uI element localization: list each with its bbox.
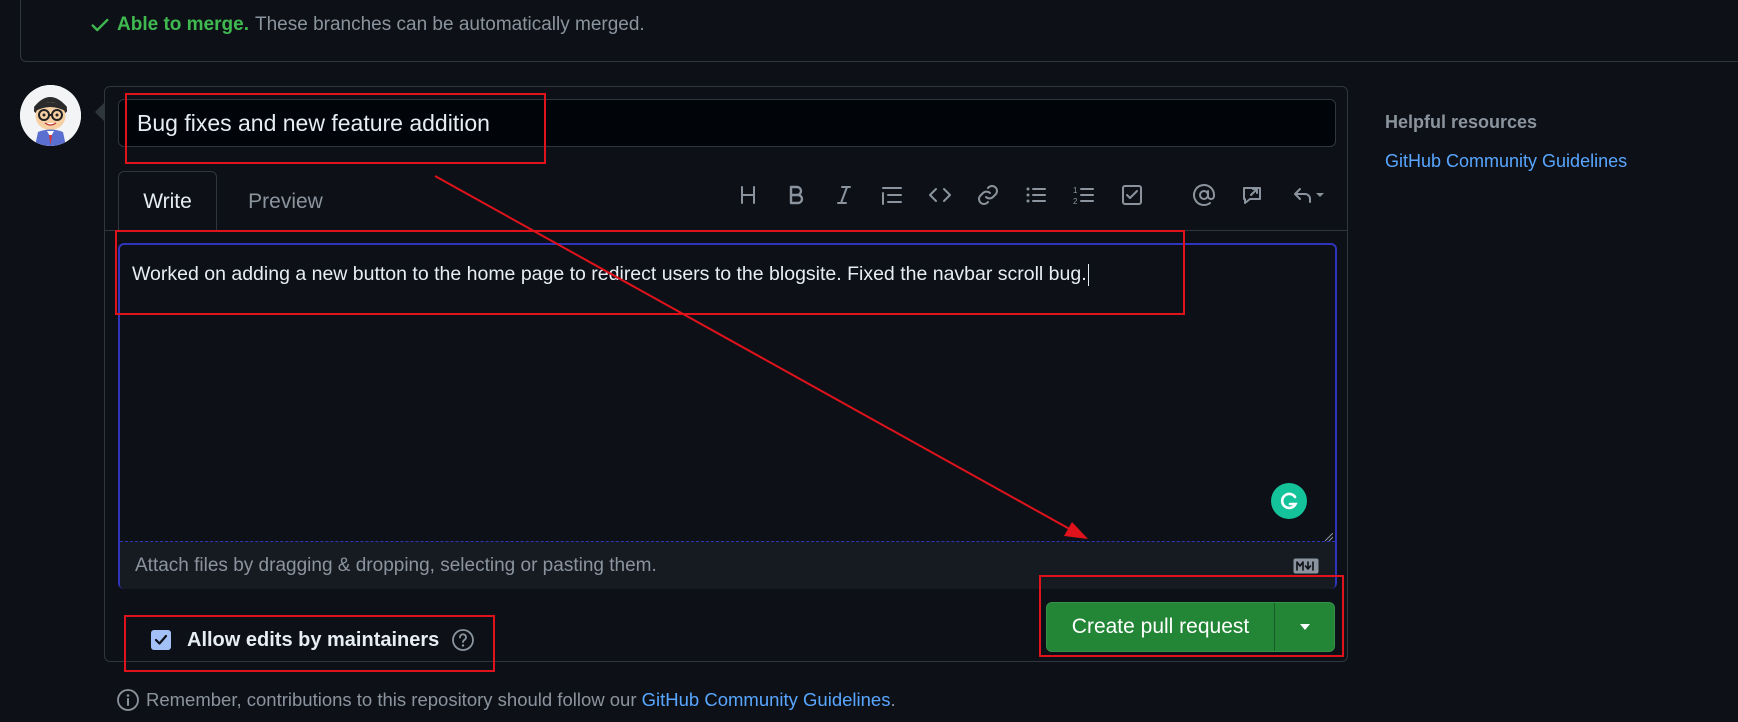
svg-text:1: 1 — [1073, 186, 1078, 195]
italic-icon[interactable] — [824, 176, 864, 214]
merge-status-text: These branches can be automatically merg… — [254, 14, 645, 35]
form-caret — [95, 103, 104, 121]
tab-preview[interactable]: Preview — [228, 171, 343, 232]
avatar-image — [20, 85, 81, 146]
svg-text:2: 2 — [1073, 197, 1078, 206]
tab-write[interactable]: Write — [118, 171, 217, 232]
body-text-value: Worked on adding a new button to the hom… — [132, 263, 1087, 285]
create-pull-request-dropdown[interactable] — [1275, 603, 1334, 651]
create-pull-request-button[interactable]: Create pull request — [1047, 603, 1275, 651]
mention-icon[interactable] — [1184, 176, 1224, 214]
attach-files-bar[interactable]: Attach files by dragging & dropping, sel… — [120, 541, 1335, 589]
community-guidelines-link[interactable]: GitHub Community Guidelines — [642, 689, 891, 711]
contribution-reminder: Remember, contributions to this reposito… — [116, 688, 896, 712]
link-icon[interactable] — [968, 176, 1008, 214]
helpful-resources-title: Helpful resources — [1385, 112, 1538, 132]
code-icon[interactable] — [920, 176, 960, 214]
question-icon[interactable] — [451, 628, 475, 652]
body-text[interactable]: Worked on adding a new button to the hom… — [132, 263, 1089, 286]
chevron-down-icon — [1316, 193, 1324, 197]
triangle-down-icon — [1299, 624, 1310, 630]
check-icon — [91, 18, 109, 32]
checkmark-icon — [154, 634, 168, 645]
merge-status: Able to merge. These branches can be aut… — [89, 14, 645, 36]
reminder-suffix: . — [890, 689, 896, 710]
body-editor[interactable]: Worked on adding a new button to the hom… — [118, 243, 1337, 589]
title-input[interactable]: Bug fixes and new feature addition — [118, 99, 1336, 147]
reply-icon[interactable] — [1284, 176, 1332, 214]
create-pull-request-button-group: Create pull request — [1046, 602, 1335, 652]
bulleted-list-icon[interactable] — [1016, 176, 1056, 214]
markdown-icon[interactable] — [1293, 558, 1319, 574]
numbered-list-icon[interactable]: 12 — [1064, 176, 1104, 214]
reference-icon[interactable] — [1232, 176, 1272, 214]
merge-status-strong: Able to merge. — [117, 14, 249, 35]
allow-edits-label: Allow edits by maintainers — [187, 628, 440, 651]
allow-edits-checkbox[interactable] — [151, 630, 171, 650]
info-icon — [117, 689, 139, 711]
resize-handle-icon[interactable] — [1325, 533, 1333, 541]
allow-edits-row: Allow edits by maintainers — [151, 628, 475, 652]
quote-icon[interactable] — [872, 176, 912, 214]
reminder-text: Remember, contributions to this reposito… — [146, 689, 637, 710]
text-cursor — [1087, 263, 1089, 286]
sidebar-guidelines-link[interactable]: GitHub Community Guidelines — [1385, 151, 1627, 172]
task-list-icon[interactable] — [1112, 176, 1152, 214]
grammarly-icon[interactable] — [1271, 483, 1307, 519]
avatar[interactable] — [20, 85, 81, 146]
bold-icon[interactable] — [776, 176, 816, 214]
heading-icon[interactable] — [728, 176, 768, 214]
attach-files-text: Attach files by dragging & dropping, sel… — [135, 555, 657, 576]
